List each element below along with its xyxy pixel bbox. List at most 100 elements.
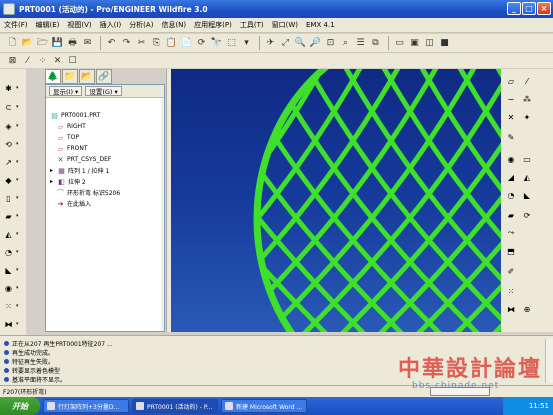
dropdown-icon[interactable]: ▾ <box>240 37 253 50</box>
tree-item-pattern[interactable]: ▸ ▦ 阵列 1 / 拉伸 1 <box>50 165 164 176</box>
tree-item-toroidal-bend[interactable]: ⌒ 环形折弯 标识5206 <box>50 187 164 198</box>
copy-icon[interactable]: ⎘ <box>150 37 163 50</box>
pattern-tool-icon[interactable]: ⁙ <box>505 285 517 297</box>
start-button[interactable]: 开始 <box>0 397 40 415</box>
mirror-tool[interactable]: ⧓ ▾ <box>3 317 23 331</box>
layers-icon[interactable]: ⧉ <box>369 37 382 50</box>
shell-tool-icon[interactable]: ▭ <box>521 153 533 165</box>
menu-edit[interactable]: 编辑(E) <box>36 20 60 30</box>
tree-item-top[interactable]: ▱ TOP <box>50 132 164 143</box>
folder-browser-tab[interactable]: 📁 <box>62 69 78 84</box>
tree-item-part[interactable]: ▤ PRT0001.PRT <box>50 110 164 121</box>
datum-plane-display-icon[interactable]: ⊠ <box>6 54 19 67</box>
save-icon[interactable]: 💾 <box>51 37 64 50</box>
tree-item-right[interactable]: ▱ RIGHT <box>50 121 164 132</box>
datum-curve-tool-icon[interactable]: ∼ <box>505 93 517 105</box>
favorites-tab[interactable]: 📂 <box>79 69 95 84</box>
taskbar-item[interactable]: PRT0001 (活动的) - P... <box>132 399 218 413</box>
shading-icon[interactable]: ■ <box>438 37 451 50</box>
minimize-button[interactable]: _ <box>507 2 521 15</box>
new-feature-tool[interactable]: ✱ ▾ <box>3 81 23 95</box>
draft-tool[interactable]: ◭ ▾ <box>3 227 23 241</box>
print-icon[interactable]: 🖶 <box>66 37 79 50</box>
menu-emx[interactable]: EMX 4.1 <box>306 21 335 29</box>
datum-plane-tool-icon[interactable]: ▱ <box>505 75 517 87</box>
mirror-tool-icon[interactable]: ⧓ <box>505 303 517 315</box>
connections-tab[interactable]: 🔗 <box>96 69 112 84</box>
merge-tool-icon[interactable]: ⊕ <box>521 303 533 315</box>
undo-icon[interactable]: ↶ <box>105 37 118 50</box>
round-tool-icon[interactable]: ◔ <box>505 189 517 201</box>
expand-icon[interactable]: ▸ <box>50 178 56 185</box>
menu-view[interactable]: 视图(V) <box>67 20 91 30</box>
sketch-tool[interactable]: ⊂ ▾ <box>3 100 23 114</box>
tree-item-front[interactable]: ▱ FRONT <box>50 143 164 154</box>
select-box-icon[interactable]: ⬚ <box>225 37 238 50</box>
shell-tool[interactable]: ▯ ▾ <box>3 191 23 205</box>
settings-button[interactable]: 设置(G) ▾ <box>85 86 122 96</box>
draft-tool-icon[interactable]: ◭ <box>521 171 533 183</box>
chamfer-tool[interactable]: ◣ ▾ <box>3 263 23 277</box>
redo-icon[interactable]: ↷ <box>120 37 133 50</box>
rib-tool[interactable]: ▰ ▾ <box>3 209 23 223</box>
taskbar-item[interactable]: 行灯架阵列+3分量D... <box>43 399 129 413</box>
menu-applications[interactable]: 应用程序(P) <box>194 20 232 30</box>
taskbar-item[interactable]: 新建 Microsoft Word ... <box>221 399 307 413</box>
no-hidden-icon[interactable]: ◫ <box>423 37 436 50</box>
hidden-line-icon[interactable]: ▣ <box>408 37 421 50</box>
paste-special-icon[interactable]: 📄 <box>180 37 193 50</box>
revolve-tool[interactable]: ⟲ ▾ <box>3 137 23 151</box>
datum-point-display-icon[interactable]: ⁘ <box>36 54 49 67</box>
find-icon[interactable]: 🔭 <box>210 37 223 50</box>
menu-file[interactable]: 文件(F) <box>4 20 28 30</box>
blend-tool[interactable]: ◆ ▾ <box>3 173 23 187</box>
orient-icon[interactable]: ⤢ <box>279 37 292 50</box>
rib-tool-icon[interactable]: ◢ <box>505 171 517 183</box>
boundary-blend-icon[interactable]: ⬒ <box>505 245 517 257</box>
datum-axis-tool-icon[interactable]: ⁄ <box>521 75 533 87</box>
extrude-tool[interactable]: ◈ ▾ <box>3 119 23 133</box>
tree-scrollbar[interactable] <box>161 98 164 331</box>
zoom-in-icon[interactable]: 🔍 <box>294 37 307 50</box>
menu-insert[interactable]: 插入(I) <box>100 20 122 30</box>
reorient-icon[interactable]: ⌕ <box>339 37 352 50</box>
zoom-out-icon[interactable]: 🔎 <box>309 37 322 50</box>
wireframe-icon[interactable]: ▭ <box>393 37 406 50</box>
expand-icon[interactable]: ▸ <box>50 167 56 174</box>
revolve-tool-icon[interactable]: ⟳ <box>521 209 533 221</box>
maximize-button[interactable]: □ <box>522 2 536 15</box>
tree-item-csys[interactable]: ✕ PRT_CSYS_DEF <box>50 154 164 165</box>
tree-item-extrude[interactable]: ▸ ◧ 拉伸 2 <box>50 176 164 187</box>
sketch-tool-icon[interactable]: ✎ <box>505 131 517 143</box>
sweep-tool[interactable]: ↗ ▾ <box>3 155 23 169</box>
hole-tool[interactable]: ◉ ▾ <box>3 281 23 295</box>
round-tool[interactable]: ◔ ▾ <box>3 245 23 259</box>
show-button[interactable]: 显示(I) ▾ <box>49 86 83 96</box>
model-tree-tab[interactable]: 🌲 <box>45 69 61 84</box>
spin-center-icon[interactable]: ✈ <box>264 37 277 50</box>
close-button[interactable]: × <box>537 2 551 15</box>
saved-views-icon[interactable]: ☰ <box>354 37 367 50</box>
csys-tool-icon[interactable]: ✕ <box>505 111 517 123</box>
datum-point-tool-icon[interactable]: ⁂ <box>521 93 533 105</box>
email-icon[interactable]: ✉ <box>81 37 94 50</box>
paste-icon[interactable]: 📋 <box>165 37 178 50</box>
menu-info[interactable]: 信息(N) <box>161 20 186 30</box>
chamfer-tool-icon[interactable]: ◣ <box>521 189 533 201</box>
variable-sweep-icon[interactable]: ⤳ <box>505 227 517 239</box>
hole-tool-icon[interactable]: ◉ <box>505 153 517 165</box>
cut-icon[interactable]: ✂ <box>135 37 148 50</box>
menu-tools[interactable]: 工具(T) <box>240 20 264 30</box>
refit-icon[interactable]: ⊡ <box>324 37 337 50</box>
spin-center-display-icon[interactable]: ☐ <box>66 54 79 67</box>
new-icon[interactable]: 🗋 <box>6 37 19 50</box>
analysis-tool-icon[interactable]: ✦ <box>521 111 533 123</box>
regenerate-icon[interactable]: ⟳ <box>195 37 208 50</box>
style-tool-icon[interactable]: ✐ <box>505 265 517 277</box>
extrude-tool-icon[interactable]: ▰ <box>505 209 517 221</box>
open-icon[interactable]: 📂 <box>21 37 34 50</box>
menu-window[interactable]: 窗口(W) <box>272 20 298 30</box>
pattern-tool[interactable]: ⁙ ▾ <box>3 299 23 313</box>
datum-axis-display-icon[interactable]: ⁄ <box>21 54 34 67</box>
menu-analysis[interactable]: 分析(A) <box>129 20 153 30</box>
